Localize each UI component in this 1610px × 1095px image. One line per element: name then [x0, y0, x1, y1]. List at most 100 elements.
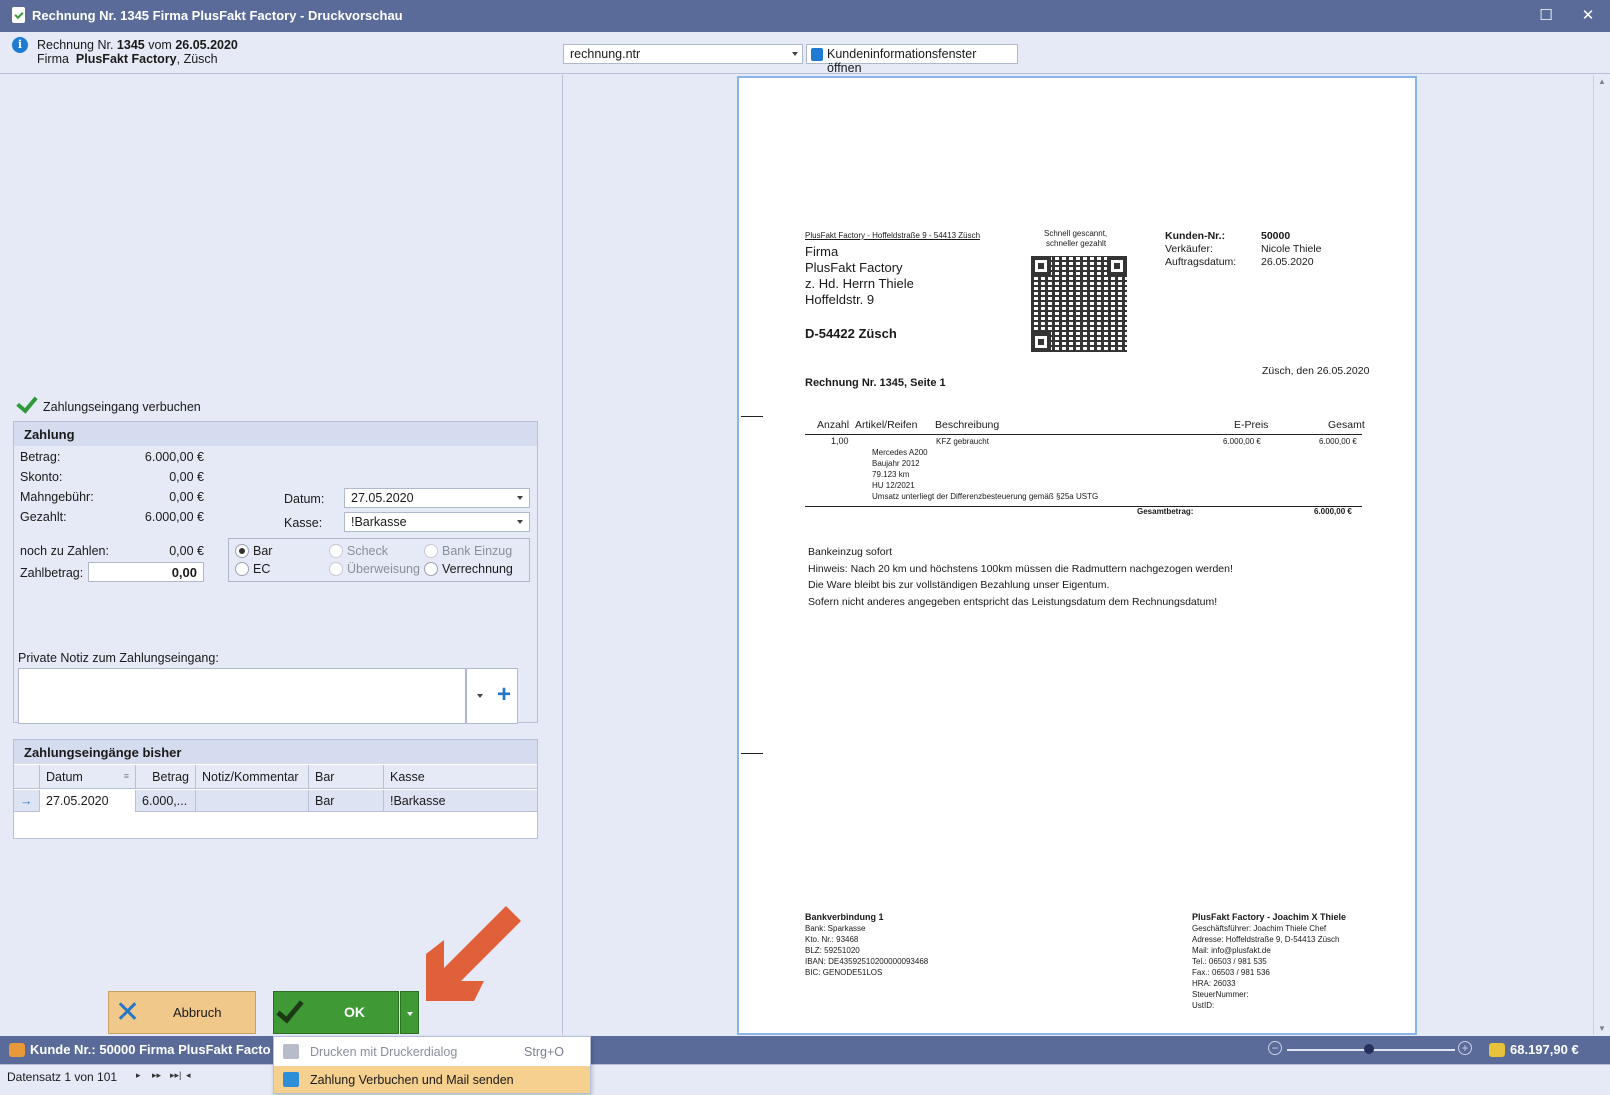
- payment-method-group: Bar Scheck Bank Einzug EC Überweisung Ve…: [228, 538, 530, 582]
- invoice-heading: Rechnung Nr. 1345, Seite 1: [805, 377, 946, 389]
- menu-item-print-dialog[interactable]: Drucken mit Druckerdialog Strg+O: [274, 1038, 590, 1065]
- pointer-arrow-icon: [426, 906, 521, 1001]
- recipient-city: D-54422 Züsch: [805, 326, 897, 341]
- note-line-4: Sofern nicht anderes angegeben entsprich…: [808, 596, 1218, 608]
- private-note-label: Private Notiz zum Zahlungseingang:: [18, 651, 219, 665]
- cell-kasse[interactable]: !Barkasse: [384, 790, 537, 812]
- table-row[interactable]: → 27.05.2020 6.000,... Bar !Barkasse: [14, 790, 537, 812]
- cell-bar[interactable]: Bar: [309, 790, 384, 812]
- place-date: Züsch, den 26.05.2020: [1262, 365, 1370, 377]
- radio-ueberweisung[interactable]: [329, 562, 343, 576]
- scroll-down-icon[interactable]: ▼: [1598, 1024, 1606, 1033]
- fold-mark: [741, 416, 763, 417]
- fold-mark: [741, 753, 763, 754]
- bank-title: Bankverbindung 1: [805, 912, 884, 922]
- menu-item-book-and-mail[interactable]: Zahlung Verbuchen und Mail senden: [274, 1066, 590, 1093]
- private-note-input[interactable]: [18, 668, 466, 724]
- ok-dropdown-button[interactable]: [400, 991, 419, 1034]
- chevron-down-icon[interactable]: [477, 694, 483, 698]
- company-header-line: Firma PlusFakt Factory, Züsch: [37, 52, 218, 66]
- outstanding-value: 0,00 €: [169, 544, 204, 558]
- company-line: Mail: info@plusfakt.de: [1192, 946, 1271, 955]
- item-epreis: 6.000,00 €: [1223, 437, 1261, 446]
- qr-code: [1031, 256, 1127, 352]
- filter-icon[interactable]: ≡: [124, 771, 129, 781]
- mail-icon: [283, 1072, 299, 1087]
- history-table-header: Datum ≡ Betrag Notiz/Kommentar Bar Kasse: [14, 765, 537, 789]
- cash-register-select[interactable]: !Barkasse: [344, 512, 530, 532]
- col-anzahl: Anzahl: [817, 419, 850, 431]
- cancel-button[interactable]: ✕ Abbruch: [108, 991, 256, 1034]
- qr-finder: [1031, 332, 1051, 352]
- item-desc: KFZ gebraucht: [936, 437, 989, 446]
- radio-scheck[interactable]: [329, 544, 343, 558]
- window-icon: [811, 48, 823, 61]
- radio-bank-einzug[interactable]: [424, 544, 438, 558]
- amount-label: Betrag:: [20, 450, 61, 464]
- preview-scrollbar[interactable]: ▲ ▼: [1593, 75, 1610, 1035]
- row-indicator-header: [14, 765, 40, 789]
- scroll-left-icon[interactable]: ◂: [186, 1070, 191, 1081]
- cell-betrag[interactable]: 6.000,...: [136, 790, 196, 812]
- zoom-in-button[interactable]: +: [1458, 1041, 1472, 1055]
- payment-history-title: Zahlungseingänge bisher: [14, 740, 537, 764]
- company-line: Fax.: 06503 / 981 536: [1192, 968, 1270, 977]
- close-button[interactable]: ✕: [1578, 6, 1598, 24]
- column-header-kasse[interactable]: Kasse: [384, 765, 537, 789]
- chevron-down-icon: [517, 496, 523, 500]
- payment-amount-input[interactable]: 0,00: [88, 562, 204, 582]
- checkmark-icon: [17, 393, 37, 413]
- total-label: Gesamtbetrag:: [1137, 507, 1194, 516]
- radio-ec[interactable]: [235, 562, 249, 576]
- radio-verrechnung-label: Verrechnung: [442, 562, 513, 576]
- company-title: PlusFakt Factory - Joachim X Thiele: [1192, 912, 1347, 922]
- column-header-notiz[interactable]: Notiz/Kommentar: [196, 765, 309, 789]
- add-note-icon[interactable]: +: [497, 681, 511, 709]
- next-record-icon[interactable]: ▸: [136, 1070, 141, 1081]
- book-payment-label: Zahlungseingang verbuchen: [43, 400, 201, 414]
- payment-date-picker[interactable]: 27.05.2020: [344, 488, 530, 508]
- scroll-up-icon[interactable]: ▲: [1598, 77, 1606, 86]
- radio-scheck-label: Scheck: [347, 544, 388, 558]
- recipient-line-2: PlusFakt Factory: [805, 260, 903, 275]
- invoice-page: PlusFakt Factory - Hoffeldstraße 9 - 544…: [737, 76, 1417, 1035]
- ok-dropdown-menu: Drucken mit Druckerdialog Strg+O Zahlung…: [273, 1036, 591, 1094]
- payment-panel: Zahlungseingang verbuchen Zahlung Betrag…: [3, 75, 563, 1035]
- radio-bank-einzug-label: Bank Einzug: [442, 544, 513, 558]
- note-line-2: Hinweis: Nach 20 km und höchstens 100km …: [808, 563, 1233, 575]
- dunning-fee-value: 0,00 €: [169, 490, 204, 504]
- radio-verrechnung[interactable]: [424, 562, 438, 576]
- order-date-value: 26.05.2020: [1261, 256, 1314, 268]
- column-header-datum[interactable]: Datum ≡: [40, 765, 136, 789]
- zoom-slider-thumb[interactable]: [1364, 1044, 1374, 1054]
- date-label: Datum:: [284, 492, 325, 506]
- radio-bar[interactable]: [235, 544, 249, 558]
- window-title: Rechnung Nr. 1345 Firma PlusFakt Factory…: [32, 8, 403, 23]
- last-record-icon[interactable]: ▸▸|: [170, 1070, 181, 1081]
- bank-line: Kto. Nr.: 93468: [805, 935, 859, 944]
- column-header-bar[interactable]: Bar: [309, 765, 384, 789]
- paid-value: 6.000,00 €: [144, 510, 204, 524]
- template-select[interactable]: rechnung.ntr: [563, 44, 803, 64]
- seller-label: Verkäufer:: [1165, 243, 1213, 255]
- note-line-3: Die Ware bleibt bis zur vollständigen Be…: [808, 579, 1110, 591]
- bank-line: BIC: GENODE51LOS: [805, 968, 883, 977]
- recipient-line-3: z. Hd. Herrn Thiele: [805, 276, 914, 291]
- item-gesamt: 6.000,00 €: [1319, 437, 1357, 446]
- bank-line: Bank: Sparkasse: [805, 924, 866, 933]
- next-page-icon[interactable]: ▸▸: [152, 1070, 161, 1081]
- ok-button[interactable]: OK: [273, 991, 399, 1034]
- item-detail-5: Umsatz unterliegt der Differenzbesteueru…: [872, 492, 1099, 501]
- invoice-header-line: Rechnung Nr. 1345 vom 26.05.2020: [37, 38, 238, 52]
- cell-datum[interactable]: 27.05.2020: [40, 790, 136, 812]
- maximize-button[interactable]: ☐: [1536, 6, 1556, 24]
- paid-label: Gezahlt:: [20, 510, 67, 524]
- cell-notiz[interactable]: [196, 790, 309, 812]
- zoom-out-button[interactable]: −: [1268, 1041, 1282, 1055]
- company-line: Tel.: 06503 / 981 535: [1192, 957, 1267, 966]
- column-header-betrag[interactable]: Betrag: [136, 765, 196, 789]
- customer-status[interactable]: Kunde Nr.: 50000 Firma PlusFakt Facto: [30, 1042, 271, 1057]
- open-customer-window-button[interactable]: Kundeninformationsfenster öffnen: [806, 44, 1018, 75]
- col-beschreibung: Beschreibung: [935, 419, 1000, 431]
- company-line: Geschäftsführer: Joachim Thiele Chef: [1192, 924, 1327, 933]
